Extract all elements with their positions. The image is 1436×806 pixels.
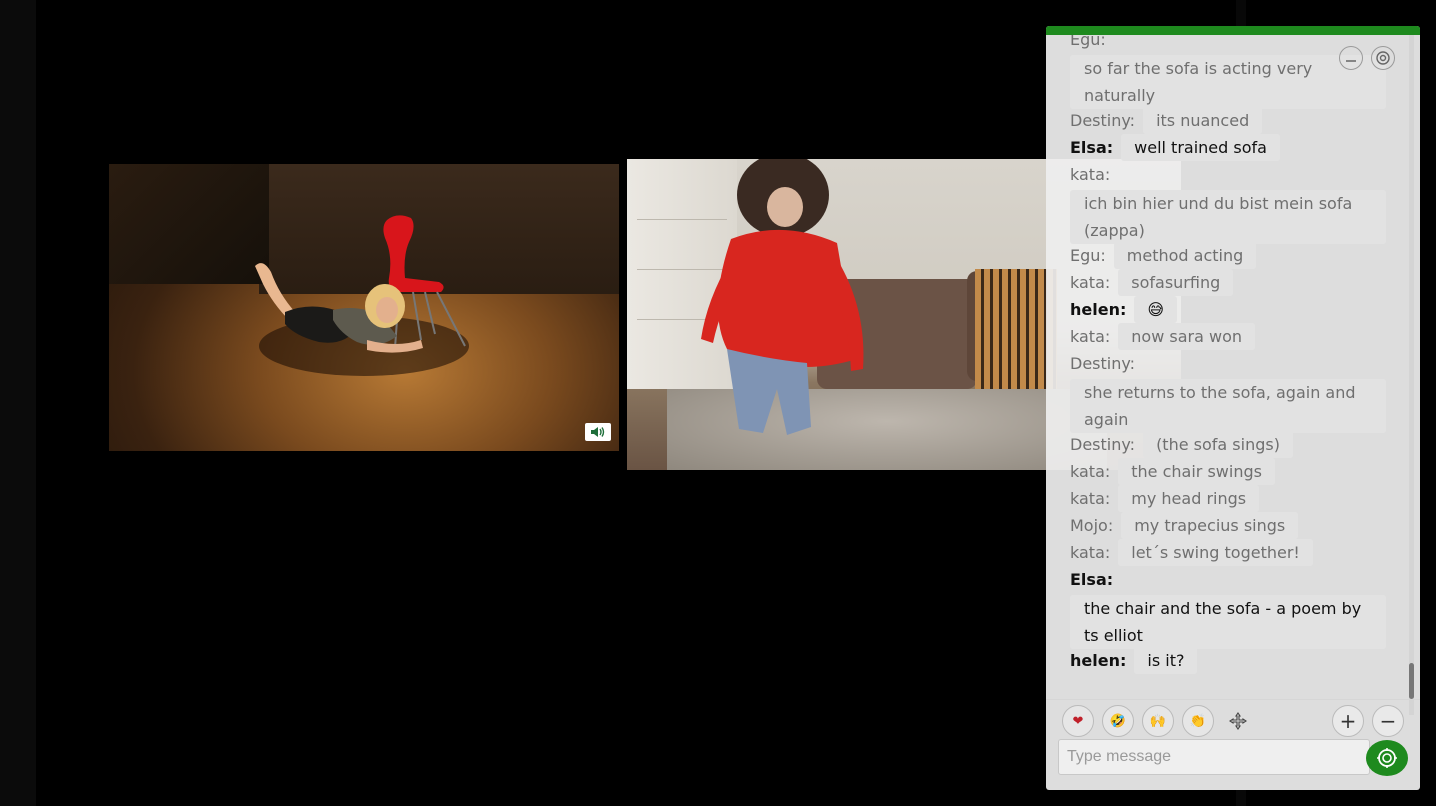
message-input[interactable] (1058, 739, 1370, 775)
send-icon (1377, 748, 1397, 768)
speaker-icon (591, 427, 605, 437)
scroll-thumb[interactable] (1409, 663, 1414, 699)
chat-message: kata: sofasurfing (1070, 269, 1234, 296)
chat-message-text: let´s swing together! (1118, 539, 1313, 566)
minimize-button[interactable] (1339, 46, 1363, 70)
settings-button[interactable] (1371, 46, 1395, 70)
chat-message-text: ich bin hier und du bist mein sofa (zapp… (1070, 190, 1386, 244)
chat-message: Elsa: well trained sofa (1070, 134, 1280, 161)
chat-message: Destiny: its nuanced (1070, 107, 1263, 134)
chat-message-author: helen: (1070, 651, 1127, 670)
chat-message: Elsa: the chair and the sofa - a poem by … (1070, 566, 1386, 649)
chat-message: helen: is it? (1070, 647, 1198, 674)
chat-message-author: kata: (1070, 489, 1111, 508)
chat-message-text: so far the sofa is acting very naturally (1070, 55, 1386, 109)
chat-message-text: 😅 (1134, 296, 1178, 323)
wooden-cabinet (975, 269, 1057, 389)
chat-header-bar (1046, 26, 1420, 35)
chat-message: Destiny: (the sofa sings) (1070, 431, 1293, 458)
chat-message: kata: the chair swings (1070, 458, 1275, 485)
dancer (701, 159, 864, 435)
settings-icon (1376, 51, 1390, 65)
raised-hands-icon: 🙌 (1149, 713, 1167, 729)
performer-lying (255, 263, 423, 353)
chat-message-text: is it? (1134, 647, 1198, 674)
reaction-laugh-button[interactable]: 🤣 (1102, 705, 1134, 737)
chat-message: kata: now sara won (1070, 323, 1255, 350)
chat-message-author: Egu: (1070, 246, 1106, 265)
left-background-band (0, 0, 36, 806)
chat-message-text: (the sofa sings) (1143, 431, 1293, 458)
chat-message-text: my trapecius sings (1121, 512, 1299, 539)
chat-message: kata: ich bin hier und du bist mein sofa … (1070, 161, 1386, 244)
chat-message-author: kata: (1070, 543, 1111, 562)
chat-panel: Egu: so far the sofa is acting very natur… (1046, 26, 1420, 790)
reaction-heart-button[interactable]: ❤ (1062, 705, 1094, 737)
toolbar-divider (1046, 699, 1420, 700)
chat-message-text: sofasurfing (1118, 269, 1234, 296)
chat-message-text: method acting (1113, 242, 1257, 269)
chat-message-text: well trained sofa (1121, 134, 1280, 161)
chat-message-author: Elsa: (1070, 570, 1114, 589)
chat-message-text: the chair swings (1118, 458, 1275, 485)
chat-message-author: Mojo: (1070, 516, 1114, 535)
clap-icon: 👏 (1189, 713, 1207, 729)
chat-message: Mojo: my trapecius sings (1070, 512, 1299, 539)
chat-message-author: kata: (1070, 462, 1111, 481)
zoom-in-button[interactable]: + (1332, 705, 1364, 737)
stage-side-wall (109, 164, 269, 284)
chat-log[interactable]: Egu: so far the sofa is acting very natur… (1046, 26, 1406, 698)
send-button[interactable] (1366, 740, 1408, 776)
chat-message: helen: 😅 (1070, 296, 1178, 323)
move-panel-button[interactable] (1226, 709, 1250, 733)
chat-message: kata: let´s swing together! (1070, 539, 1313, 566)
chat-message: Egu: method acting (1070, 242, 1257, 269)
laugh-emoji-icon: 🤣 (1109, 713, 1127, 729)
chat-message-author: kata: (1070, 165, 1111, 184)
zoom-out-button[interactable]: − (1372, 705, 1404, 737)
chat-message-author: helen: (1070, 300, 1127, 319)
chat-scrollbar[interactable] (1409, 35, 1414, 715)
chat-message-text: the chair and the sofa - a poem by ts el… (1070, 595, 1386, 649)
chat-message: Destiny: she returns to the sofa, again a… (1070, 350, 1386, 433)
move-icon (1229, 712, 1247, 730)
chat-message-text: now sara won (1118, 323, 1255, 350)
reaction-clap-button[interactable]: 👏 (1182, 705, 1214, 737)
video-tile-stage[interactable] (109, 164, 619, 451)
chat-message-author: Elsa: (1070, 138, 1114, 157)
minimize-icon (1346, 60, 1356, 62)
chat-message-text: she returns to the sofa, again and again (1070, 379, 1386, 433)
heart-icon: ❤ (1072, 713, 1084, 729)
chat-message-author: kata: (1070, 273, 1111, 292)
chat-message: kata: my head rings (1070, 485, 1260, 512)
chat-message-author: Destiny: (1070, 435, 1136, 454)
chat-message-author: kata: (1070, 327, 1111, 346)
chat-message-text: my head rings (1118, 485, 1260, 512)
chat-message-author: Destiny: (1070, 354, 1136, 373)
audio-toggle-button[interactable] (585, 423, 611, 441)
chat-message-text: its nuanced (1143, 107, 1263, 134)
chat-message: Egu: so far the sofa is acting very natur… (1070, 26, 1386, 109)
chat-message-author: Destiny: (1070, 111, 1136, 130)
reaction-raised-hands-button[interactable]: 🙌 (1142, 705, 1174, 737)
